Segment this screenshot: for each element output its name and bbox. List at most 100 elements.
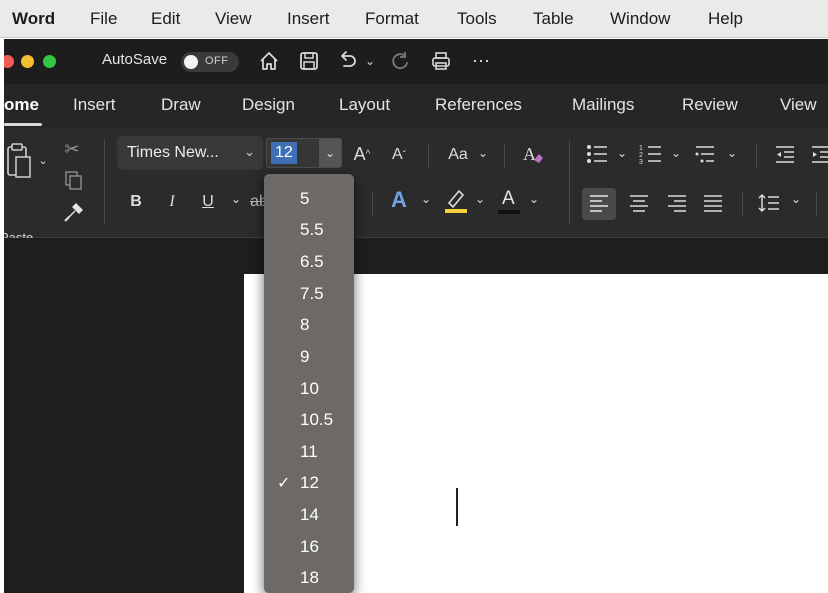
font-size-option[interactable]: 6.5 — [264, 246, 354, 277]
change-case-button[interactable]: Aa — [444, 144, 472, 166]
tab-draw[interactable]: Draw — [161, 95, 201, 115]
font-size-option[interactable]: 10 — [264, 373, 354, 404]
tab-view[interactable]: View — [780, 95, 817, 115]
font-size-option[interactable]: 14 — [264, 499, 354, 530]
text-cursor — [456, 488, 458, 526]
font-size-option[interactable]: 11 — [264, 436, 354, 467]
menu-tools[interactable]: Tools — [457, 9, 497, 29]
font-size-option[interactable]: 8 — [264, 309, 354, 340]
align-center-icon[interactable] — [626, 190, 652, 216]
ribbon-tab-bar: ome Insert Draw Design Layout References… — [4, 84, 828, 128]
option-label: 8 — [300, 315, 310, 334]
ribbon-divider — [104, 140, 105, 224]
svg-text:A: A — [523, 144, 536, 164]
autosave-label: AutoSave — [102, 51, 168, 68]
line-spacing-icon[interactable] — [756, 190, 782, 216]
font-color-chevron-icon[interactable]: ⌄ — [528, 192, 540, 206]
grow-font-icon[interactable]: A ^ — [350, 142, 374, 166]
shrink-font-icon[interactable]: Aˇ — [388, 144, 410, 166]
home-icon[interactable] — [256, 47, 282, 75]
font-size-option-selected[interactable]: ✓ 12 — [264, 467, 354, 498]
zoom-window-button[interactable] — [43, 55, 56, 68]
undo-chevron-icon[interactable]: ⌄ — [364, 47, 376, 75]
italic-button[interactable]: I — [164, 190, 180, 214]
font-color-icon[interactable]: A — [496, 186, 522, 216]
close-window-button[interactable] — [4, 55, 14, 68]
option-label: 6.5 — [300, 252, 324, 271]
menu-file[interactable]: File — [90, 9, 117, 29]
font-size-option[interactable]: 7.5 — [264, 278, 354, 309]
ribbon-divider — [816, 192, 817, 216]
menu-edit[interactable]: Edit — [151, 9, 180, 29]
tab-mailings[interactable]: Mailings — [572, 95, 634, 115]
print-icon[interactable] — [428, 47, 454, 75]
option-label: 9 — [300, 347, 310, 366]
bullets-icon[interactable] — [584, 140, 610, 168]
align-right-icon[interactable] — [664, 190, 690, 216]
font-name-dropdown[interactable]: Times New... ⌄ — [117, 136, 263, 170]
font-size-option[interactable]: 10.5 — [264, 404, 354, 435]
undo-icon[interactable] — [336, 47, 360, 75]
copy-icon[interactable] — [64, 170, 84, 192]
svg-text:2: 2 — [639, 152, 643, 159]
font-size-option[interactable]: 16 — [264, 531, 354, 562]
numbering-chevron-icon[interactable]: ⌄ — [670, 146, 682, 160]
cut-icon[interactable]: ✂ — [62, 138, 82, 160]
font-size-field[interactable]: 12 ⌄ — [266, 138, 342, 168]
tab-design[interactable]: Design — [242, 95, 295, 115]
more-icon[interactable]: ⋯ — [470, 47, 492, 75]
increase-indent-icon[interactable] — [808, 140, 828, 168]
font-size-option[interactable]: 18 — [264, 562, 354, 593]
highlight-icon[interactable] — [442, 186, 470, 216]
paste-icon[interactable] — [4, 142, 34, 182]
minimize-window-button[interactable] — [21, 55, 34, 68]
underline-chevron-icon[interactable]: ⌄ — [230, 192, 242, 206]
tab-layout[interactable]: Layout — [339, 95, 390, 115]
line-spacing-chevron-icon[interactable]: ⌄ — [790, 192, 802, 206]
font-size-value[interactable]: 12 — [271, 142, 297, 164]
bold-button[interactable]: B — [128, 190, 144, 214]
font-size-option[interactable]: 9 — [264, 341, 354, 372]
svg-text:3: 3 — [639, 159, 643, 165]
ribbon-divider — [742, 192, 743, 216]
menu-view[interactable]: View — [215, 9, 252, 29]
font-name-value: Times New... — [127, 144, 219, 161]
chevron-down-icon[interactable]: ⌄ — [476, 146, 490, 160]
tab-references[interactable]: References — [435, 95, 522, 115]
format-painter-icon[interactable] — [62, 200, 86, 224]
underline-button[interactable]: U — [200, 190, 216, 214]
active-tab-indicator — [4, 123, 42, 126]
autosave-toggle[interactable]: OFF — [181, 52, 239, 72]
multilevel-chevron-icon[interactable]: ⌄ — [726, 146, 738, 160]
font-size-option[interactable]: 5 — [264, 183, 354, 214]
highlight-chevron-icon[interactable]: ⌄ — [474, 192, 486, 206]
menu-window[interactable]: Window — [610, 9, 670, 29]
ribbon-divider — [372, 192, 373, 216]
tab-insert[interactable]: Insert — [73, 95, 116, 115]
align-left-icon[interactable] — [586, 190, 612, 216]
multilevel-list-icon[interactable] — [692, 140, 718, 168]
font-size-option[interactable]: 5.5 — [264, 214, 354, 245]
menu-insert[interactable]: Insert — [287, 9, 330, 29]
tab-review[interactable]: Review — [682, 95, 738, 115]
redo-icon[interactable] — [388, 47, 412, 75]
bullets-chevron-icon[interactable]: ⌄ — [616, 146, 628, 160]
decrease-indent-icon[interactable] — [772, 140, 798, 168]
ribbon-divider — [428, 144, 429, 168]
font-size-chevron-icon[interactable]: ⌄ — [319, 139, 341, 167]
option-label: 10 — [300, 379, 319, 398]
clear-formatting-icon[interactable]: A — [520, 140, 546, 168]
word-window: AutoSave OFF ⌄ ⋯ ome Insert Draw Design … — [4, 39, 828, 593]
menu-word[interactable]: Word — [12, 9, 55, 29]
paste-chevron-icon[interactable]: ⌄ — [37, 154, 49, 167]
tab-home[interactable]: ome — [4, 95, 39, 115]
save-icon[interactable] — [296, 47, 322, 75]
justify-icon[interactable] — [700, 190, 726, 216]
menu-help[interactable]: Help — [708, 9, 743, 29]
numbering-icon[interactable]: 123 — [638, 140, 664, 168]
text-effects-icon[interactable]: A — [386, 186, 412, 214]
menu-table[interactable]: Table — [533, 9, 574, 29]
ribbon-divider — [756, 144, 757, 168]
text-effects-chevron-icon[interactable]: ⌄ — [420, 192, 432, 206]
menu-format[interactable]: Format — [365, 9, 419, 29]
